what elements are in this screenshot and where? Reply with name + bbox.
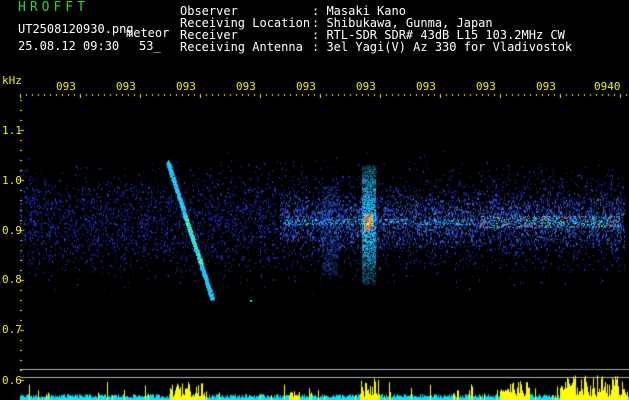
antenna-value: : 3el Yagi(V) Az 330 for Vladivostok bbox=[312, 40, 573, 54]
y-tick: 0.9 bbox=[2, 224, 22, 237]
filename: UT2508120930.png bbox=[18, 22, 134, 36]
x-tick: 093 bbox=[236, 80, 256, 93]
y-tick: 0.6 bbox=[2, 374, 22, 387]
y-tick: 0.7 bbox=[2, 323, 22, 336]
x-tick: 093 bbox=[476, 80, 496, 93]
x-tick: 093 bbox=[416, 80, 436, 93]
datetime: 25.08.12 09:30 bbox=[18, 39, 120, 53]
x-tick: 093 bbox=[356, 80, 376, 93]
spectrogram bbox=[0, 0, 629, 400]
x-tick: 0940 bbox=[594, 80, 621, 93]
event-tag: meteor bbox=[126, 26, 170, 40]
x-tick: 093 bbox=[116, 80, 136, 93]
x-tick: 093 bbox=[296, 80, 316, 93]
logo-text: HROFFT bbox=[18, 0, 89, 15]
y-tick: 1.1 bbox=[2, 124, 22, 137]
y-tick: 0.8 bbox=[2, 273, 22, 286]
x-tick: 093 bbox=[176, 80, 196, 93]
y-axis-unit: kHz bbox=[2, 74, 22, 87]
y-tick: 1.0 bbox=[2, 174, 22, 187]
event-count: 53_ bbox=[139, 39, 161, 53]
antenna-label: Receiving Antenna bbox=[180, 40, 303, 54]
x-tick: 093 bbox=[536, 80, 556, 93]
x-tick: 093 bbox=[56, 80, 76, 93]
